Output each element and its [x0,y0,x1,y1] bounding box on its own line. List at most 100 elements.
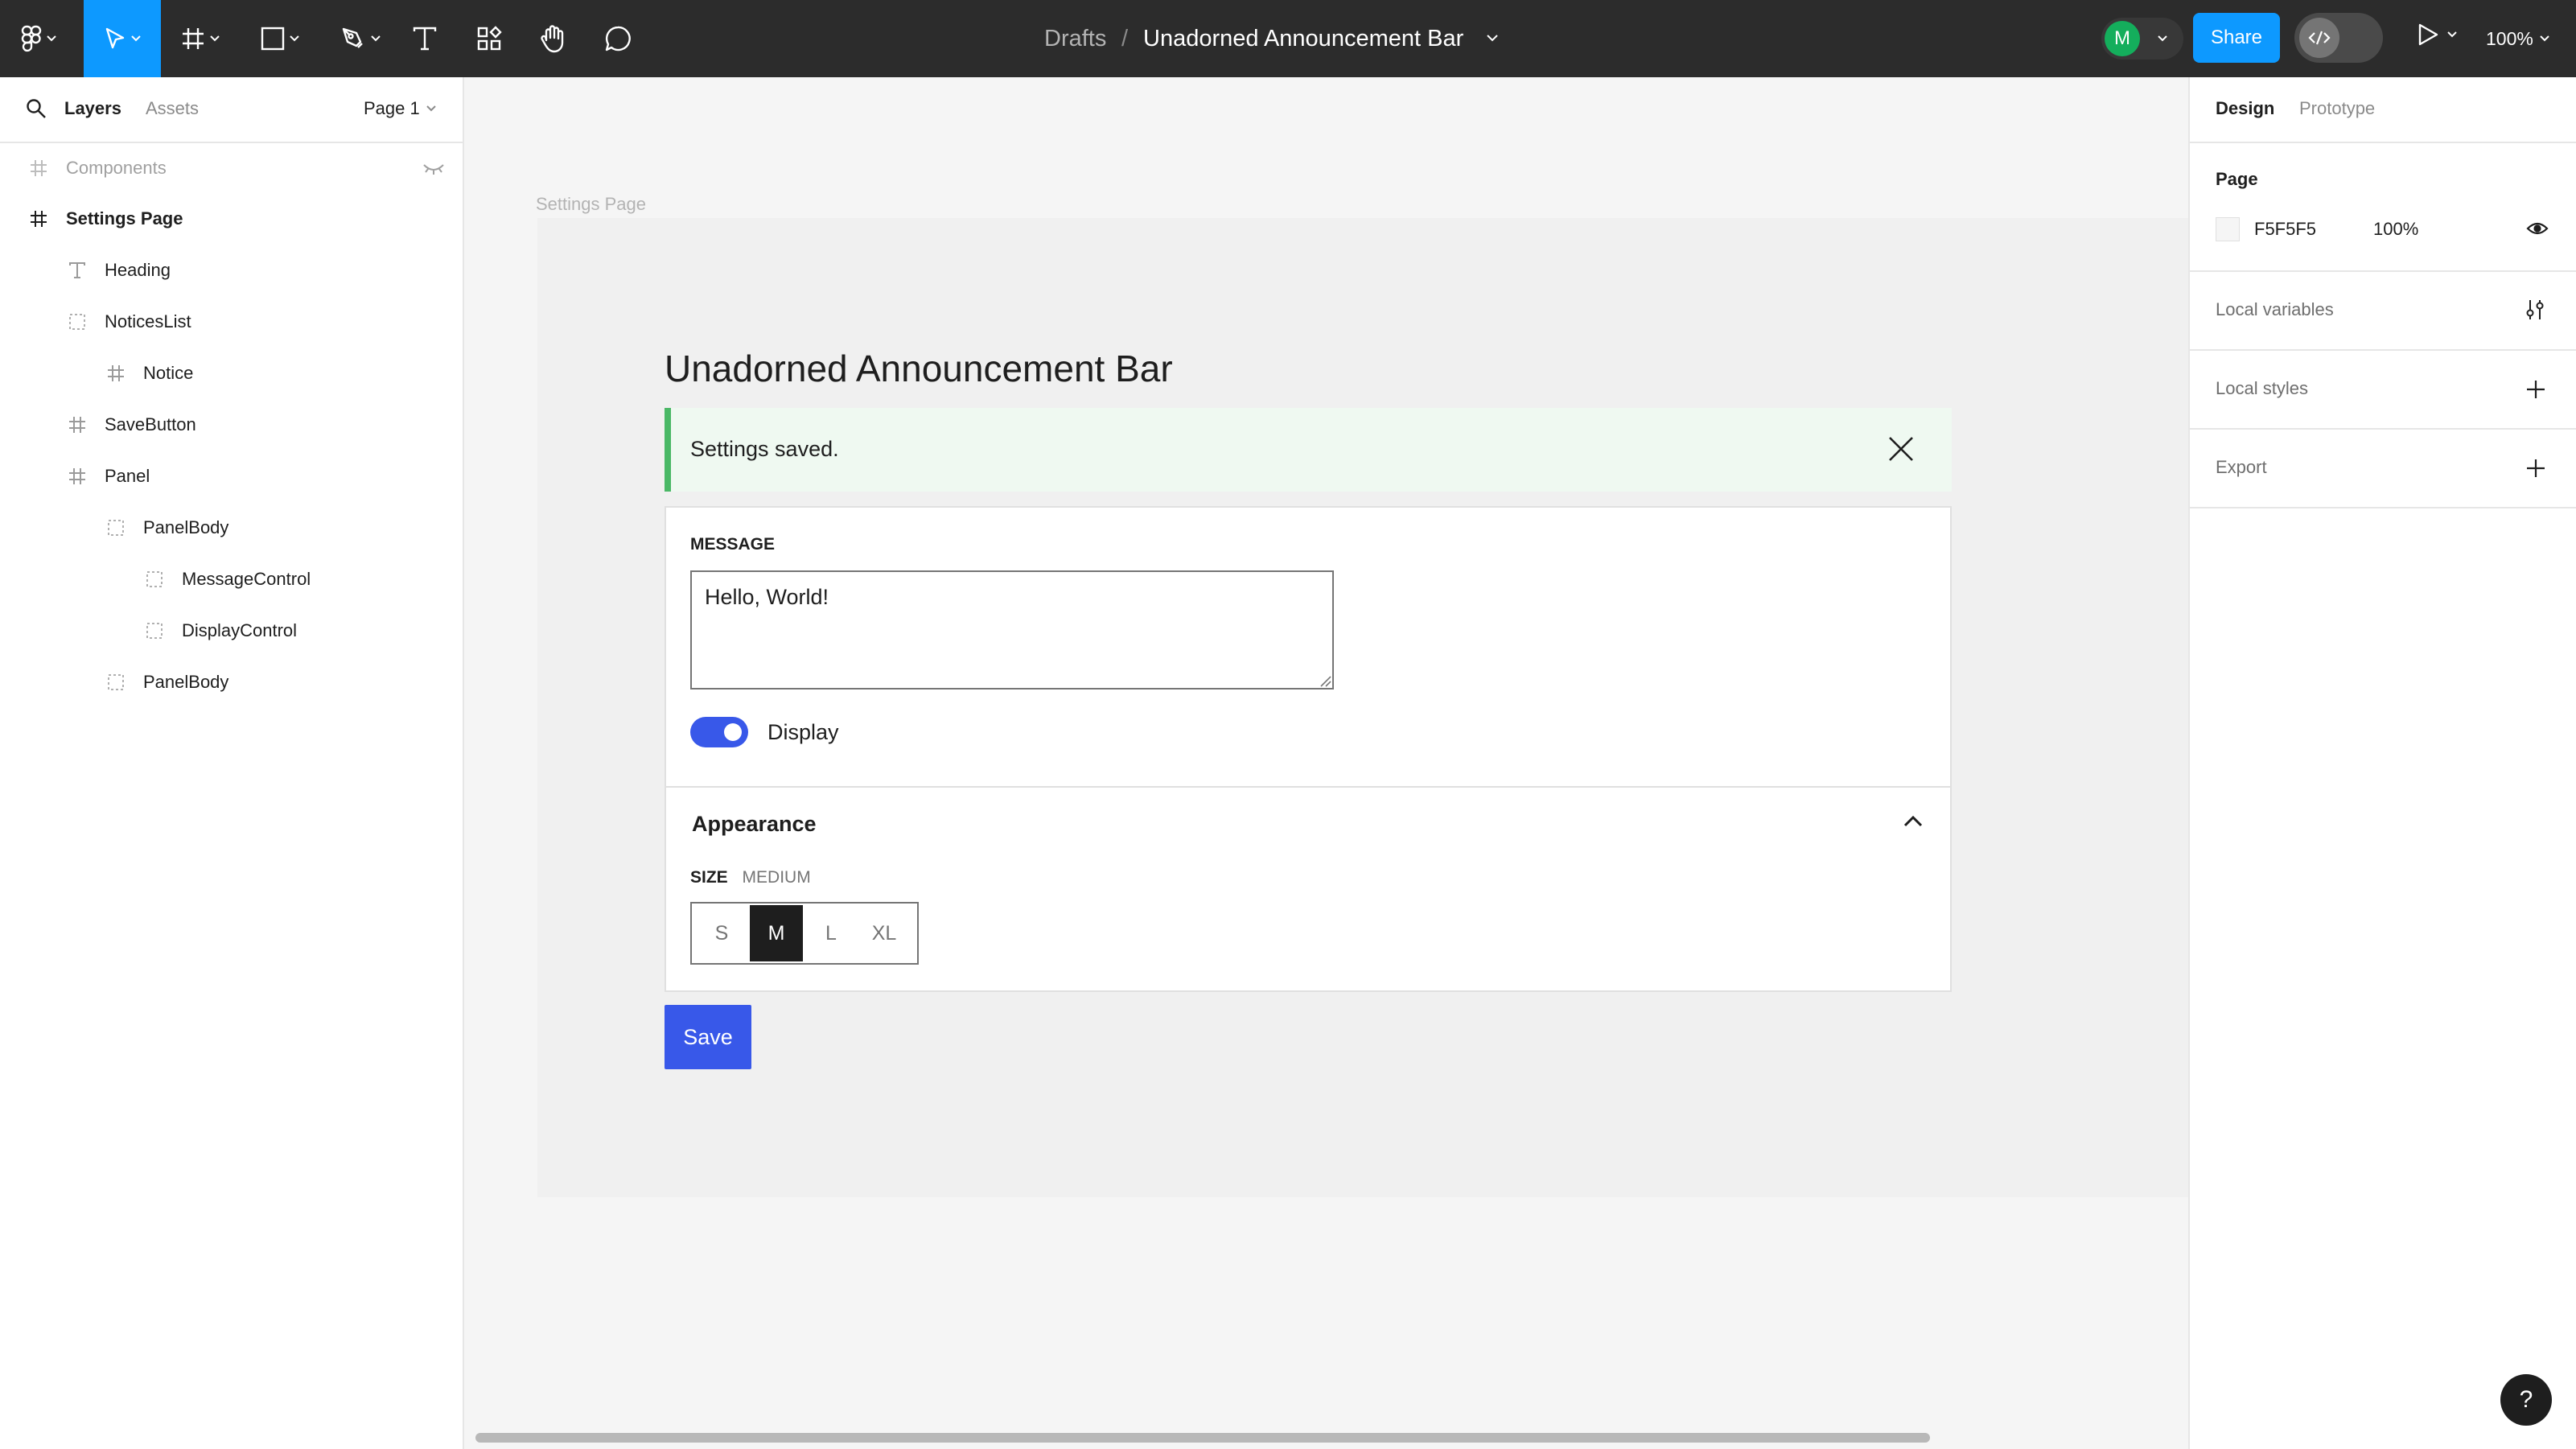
chevron-down-icon [131,35,141,42]
layer-label: PanelBody [143,517,229,537]
layer-row-panel[interactable]: Panel [0,451,463,502]
left-panel-tabs: Layers Assets Page 1 [0,77,463,143]
horizontal-scrollbar[interactable] [475,1433,1930,1443]
hand-tool-button[interactable] [531,0,576,77]
layers-panel: Layers Assets Page 1 Components Settings… [0,77,464,1449]
local-styles-label: Local styles [2216,378,2308,398]
breadcrumb-drafts[interactable]: Drafts [1044,0,1106,77]
display-toggle[interactable] [690,717,748,747]
properties-panel: Design Prototype Page F5F5F5 100% Local … [2188,77,2576,1449]
avatar[interactable]: M [2105,21,2140,56]
layer-row-notice[interactable]: Notice [0,348,463,399]
layer-row-savebutton[interactable]: SaveButton [0,399,463,451]
layer-label: Panel [105,466,150,486]
layer-row-panelbody[interactable]: PanelBody [0,657,463,708]
appearance-toggle[interactable]: Appearance [666,788,1950,865]
move-icon [104,27,126,51]
plus-icon[interactable] [2526,380,2545,399]
layer-row-displaycontrol[interactable]: DisplayControl [0,605,463,657]
local-variables-section[interactable]: Local variables [2190,272,2576,351]
size-option-s[interactable]: S [695,904,748,963]
layer-row-settings-page[interactable]: Settings Page [0,193,463,245]
right-panel-tabs: Design Prototype [2190,77,2576,143]
page-color-value[interactable]: F5F5F5 [2254,219,2316,240]
export-section[interactable]: Export [2190,430,2576,508]
message-label: MESSAGE [690,535,776,554]
group-icon [66,311,88,333]
play-icon [2417,23,2439,47]
layer-row-noticeslist[interactable]: NoticesList [0,296,463,348]
chevron-down-icon [371,35,381,42]
file-name[interactable]: Unadorned Announcement Bar [1143,0,1463,77]
layer-label: Settings Page [66,208,183,228]
frame-icon [66,465,88,488]
search-icon[interactable] [26,98,47,119]
zoom-menu[interactable]: 100% [2486,0,2549,77]
eye-icon[interactable] [2526,220,2549,237]
file-menu-chevron-icon[interactable] [1487,0,1498,77]
save-button[interactable]: Save [665,1005,751,1069]
chevron-up-icon [1903,815,1923,828]
pen-tool-button[interactable] [327,0,394,77]
page-color-swatch[interactable] [2216,217,2240,241]
tab-assets[interactable]: Assets [146,98,199,119]
page-selector[interactable]: Page 1 [364,98,436,119]
page-section: Page F5F5F5 100% [2190,143,2576,272]
tab-prototype[interactable]: Prototype [2299,98,2375,119]
canvas[interactable]: Settings Page Unadorned Announcement Bar… [464,77,2188,1449]
local-styles-section[interactable]: Local styles [2190,351,2576,430]
present-button[interactable] [2417,23,2457,47]
move-tool-button[interactable] [84,0,161,77]
plus-icon[interactable] [2526,459,2545,478]
layer-label: Notice [143,363,194,383]
breadcrumb-separator: / [1121,25,1129,51]
message-textarea[interactable]: Hello, World! [690,570,1334,690]
layer-label: DisplayControl [182,620,298,640]
size-option-l[interactable]: L [804,904,858,963]
comment-icon [604,25,632,52]
chevron-down-icon [2447,31,2457,38]
text-tool-button[interactable] [402,0,447,77]
share-button[interactable]: Share [2193,13,2280,63]
main-menu-button[interactable] [0,0,77,77]
layer-row-messagecontrol[interactable]: MessageControl [0,554,463,605]
settings-page-frame[interactable]: Unadorned Announcement Bar Settings save… [537,218,2188,1197]
dev-mode-toggle[interactable] [2294,13,2383,63]
layer-row-panelbody[interactable]: PanelBody [0,502,463,554]
shape-tool-button[interactable] [246,0,314,77]
tab-design[interactable]: Design [2216,98,2274,119]
size-heading: SIZE MEDIUM [690,868,811,887]
page-opacity-value[interactable]: 100% [2373,219,2418,240]
help-button[interactable]: ? [2500,1374,2552,1426]
size-option-m[interactable]: M [750,905,803,961]
size-option-xl[interactable]: XL [858,904,911,963]
frame-icon [27,208,50,230]
notice-text: Settings saved. [690,437,839,461]
chevron-down-icon [210,35,220,42]
layer-row-heading[interactable]: Heading [0,245,463,296]
chevron-down-icon [47,35,56,42]
group-icon [105,517,127,539]
text-icon [412,26,438,51]
comment-tool-button[interactable] [595,0,640,77]
variables-icon[interactable] [2523,298,2547,322]
size-label: SIZE [690,868,728,887]
frame-tool-button[interactable] [164,0,237,77]
figma-logo-icon [21,25,42,52]
top-toolbar: Drafts / Unadorned Announcement Bar M Sh… [0,0,2576,77]
size-value: MEDIUM [742,868,811,887]
resize-handle-icon[interactable] [1319,675,1332,688]
multiplayer-group[interactable]: M [2101,18,2183,60]
group-icon [105,671,127,694]
zoom-value: 100% [2486,27,2533,49]
resources-button[interactable] [467,0,512,77]
group-icon [143,620,166,642]
tab-layers[interactable]: Layers [64,98,121,119]
frame-label[interactable]: Settings Page [536,194,646,215]
close-icon[interactable] [1887,435,1915,463]
settings-panel: MESSAGE Hello, World! Display Appearance [665,506,1952,992]
page-selector-label: Page 1 [364,98,420,118]
group-icon [143,568,166,591]
hidden-eye-icon[interactable] [422,160,446,176]
layer-row-components[interactable]: Components [0,142,463,194]
